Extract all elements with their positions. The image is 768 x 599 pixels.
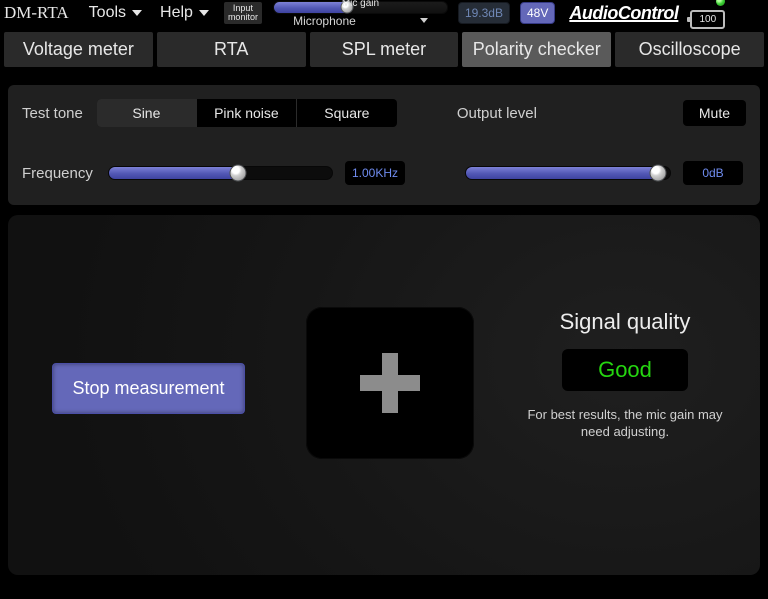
- slider-fill: [109, 167, 238, 179]
- tone-pink[interactable]: Pink noise: [197, 99, 297, 127]
- test-tone-selector: Sine Pink noise Square: [97, 99, 397, 127]
- plus-icon: [360, 353, 420, 413]
- slider-fill: [466, 167, 658, 179]
- tab-rta[interactable]: RTA: [157, 32, 306, 67]
- frequency-label: Frequency: [22, 165, 96, 182]
- output-level-slider[interactable]: [465, 166, 671, 180]
- slider-thumb[interactable]: [230, 165, 247, 182]
- result-panel: Stop measurement Signal quality Good For…: [8, 215, 760, 575]
- tone-sine[interactable]: Sine: [97, 99, 197, 127]
- mic-gain-fill: [274, 2, 347, 13]
- input-source-select[interactable]: Microphone: [273, 14, 448, 28]
- output-level-readout: 0dB: [683, 161, 743, 185]
- controls-panel: Test tone Sine Pink noise Square Output …: [8, 85, 760, 205]
- frequency-slider[interactable]: [108, 166, 333, 180]
- menu-bar: DM-RTA Tools Help Input monitor Mic gain…: [0, 0, 768, 26]
- tab-spl-meter[interactable]: SPL meter: [310, 32, 459, 67]
- chevron-down-icon: [132, 10, 142, 16]
- mic-gain-slider[interactable]: Mic gain: [273, 1, 448, 14]
- slider-thumb[interactable]: [340, 1, 353, 14]
- polarity-display: [306, 307, 474, 459]
- slider-thumb[interactable]: [649, 165, 666, 182]
- mute-button[interactable]: Mute: [683, 100, 746, 126]
- app-name: DM-RTA: [4, 3, 69, 23]
- status-cluster: 100: [690, 0, 728, 29]
- battery-indicator: 100: [690, 10, 725, 29]
- level-readout: 19.3dB: [458, 2, 510, 24]
- signal-quality-box: Signal quality Good For best results, th…: [520, 309, 730, 441]
- signal-quality-value: Good: [562, 349, 688, 391]
- input-source-label: Microphone: [293, 14, 356, 28]
- tool-tabs: Voltage meter RTA SPL meter Polarity che…: [0, 32, 768, 67]
- tone-square[interactable]: Square: [297, 99, 397, 127]
- tab-oscilloscope[interactable]: Oscilloscope: [615, 32, 764, 67]
- tab-polarity-checker[interactable]: Polarity checker: [462, 32, 611, 67]
- menu-tools-label: Tools: [89, 4, 126, 22]
- phantom-power-toggle[interactable]: 48V: [520, 2, 555, 24]
- chevron-down-icon: [420, 18, 428, 23]
- tab-voltage-meter[interactable]: Voltage meter: [4, 32, 153, 67]
- controls-row-2: Frequency 1.00KHz 0dB: [22, 161, 746, 185]
- frequency-readout: 1.00KHz: [345, 161, 405, 185]
- test-tone-label: Test tone: [22, 105, 83, 122]
- input-monitor-button[interactable]: Input monitor: [223, 1, 263, 25]
- menu-help-label: Help: [160, 4, 193, 22]
- chevron-down-icon: [199, 10, 209, 16]
- input-monitor-label: Input monitor: [228, 3, 258, 22]
- battery-pct: 100: [700, 14, 717, 25]
- mic-gain-control: Mic gain Microphone: [273, 0, 448, 28]
- output-level-label: Output level: [457, 105, 537, 122]
- status-dot-icon: [716, 0, 725, 6]
- menu-tools[interactable]: Tools: [85, 2, 146, 24]
- brand-logo: AudioControl: [569, 3, 678, 24]
- menu-help[interactable]: Help: [156, 2, 213, 24]
- signal-quality-title: Signal quality: [520, 309, 730, 335]
- signal-quality-hint: For best results, the mic gain may need …: [520, 407, 730, 441]
- stop-measurement-button[interactable]: Stop measurement: [52, 363, 245, 414]
- controls-row-1: Test tone Sine Pink noise Square Output …: [22, 99, 746, 127]
